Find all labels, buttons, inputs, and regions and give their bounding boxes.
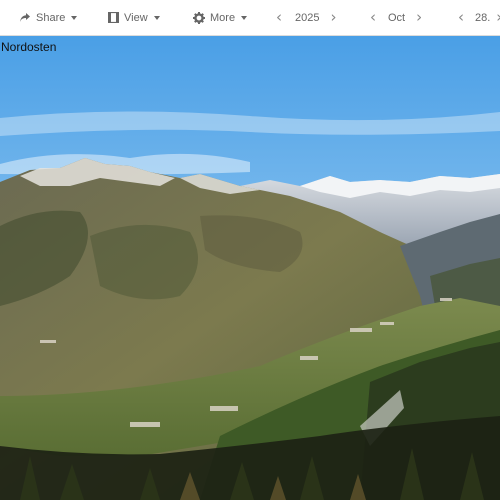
day-label[interactable]: 28. — [475, 12, 490, 24]
share-icon — [19, 12, 31, 23]
year-navigator: ‹ 2025 › — [276, 10, 336, 25]
chevron-right-icon[interactable]: › — [416, 10, 422, 25]
view-label: View — [124, 11, 148, 24]
caret-down-icon — [153, 15, 160, 20]
toolbar: Share View More ‹ 2025 › ‹ Oct › ‹ 28. › — [0, 0, 500, 36]
chevron-left-icon[interactable]: ‹ — [458, 10, 464, 25]
month-navigator: ‹ Oct › — [370, 10, 422, 25]
caret-down-icon — [71, 15, 78, 20]
chevron-right-icon[interactable]: › — [330, 10, 336, 25]
chevron-right-icon[interactable]: › — [496, 10, 500, 25]
more-button[interactable]: More — [193, 11, 248, 24]
chevron-left-icon[interactable]: ‹ — [276, 10, 282, 25]
year-label[interactable]: 2025 — [295, 12, 319, 24]
gear-icon — [193, 11, 205, 24]
share-label: Share — [36, 11, 66, 24]
more-label: More — [210, 11, 236, 24]
webcam-image[interactable] — [0, 36, 500, 500]
day-navigator: ‹ 28. › — [458, 10, 500, 25]
chevron-left-icon[interactable]: ‹ — [370, 10, 376, 25]
view-button[interactable]: View — [108, 12, 160, 24]
caret-down-icon — [241, 15, 248, 20]
share-button[interactable]: Share — [19, 11, 78, 24]
month-label[interactable]: Oct — [388, 12, 405, 24]
view-icon — [108, 12, 119, 23]
photo-caption: Nordosten — [1, 40, 57, 54]
